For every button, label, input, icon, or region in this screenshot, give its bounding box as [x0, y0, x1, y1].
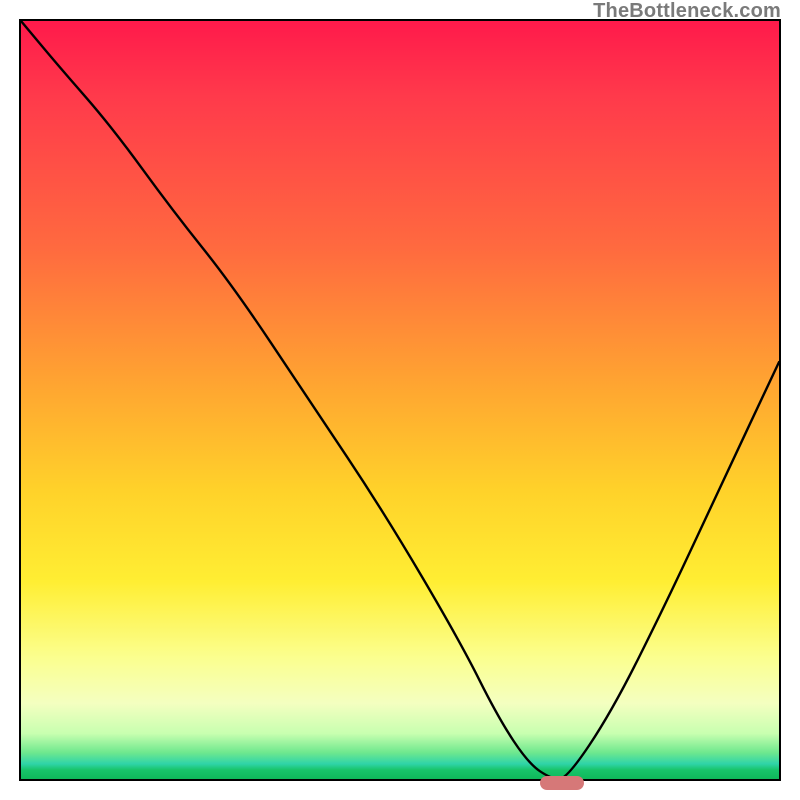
bottleneck-curve — [21, 21, 779, 779]
chart-container: TheBottleneck.com — [0, 0, 800, 800]
plot-area — [19, 19, 781, 781]
optimum-marker — [540, 776, 584, 790]
curve-layer — [21, 21, 779, 779]
